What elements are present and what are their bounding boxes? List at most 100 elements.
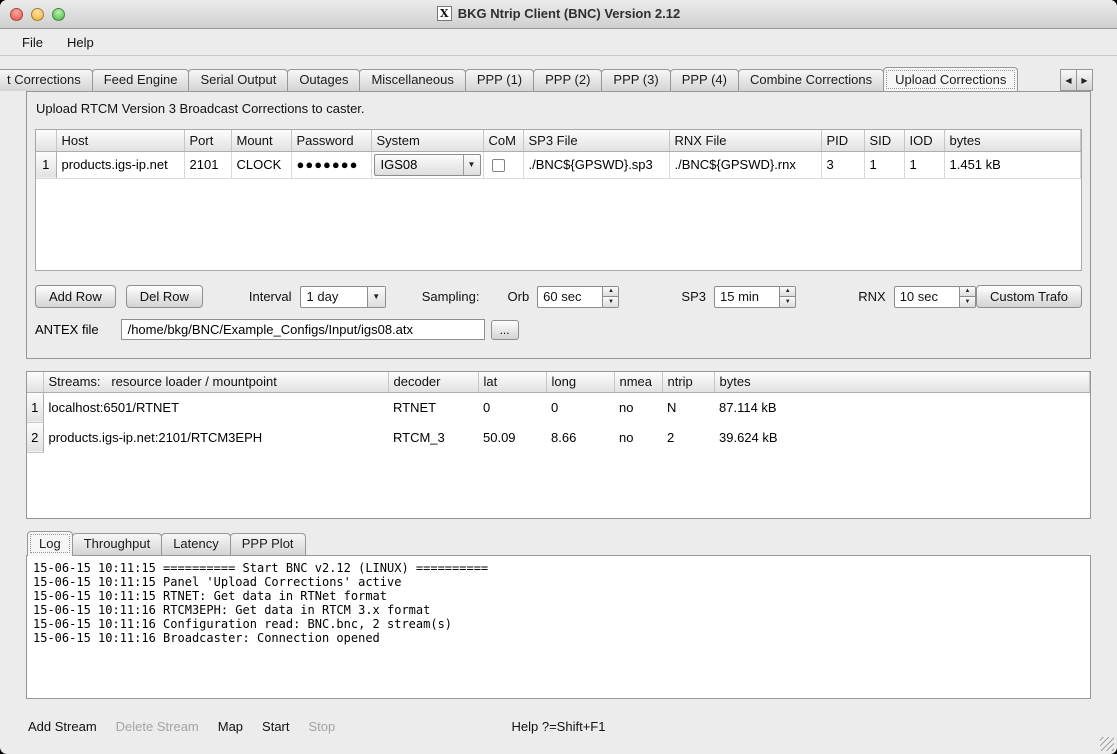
ntrip-cell[interactable]: N: [662, 392, 714, 422]
sid-cell[interactable]: 1: [864, 151, 904, 178]
interval-select[interactable]: 1 day ▼: [300, 286, 386, 308]
row-index[interactable]: 2: [27, 422, 43, 452]
tab-scroll-left-icon[interactable]: ◀: [1060, 69, 1077, 91]
host-header[interactable]: Host: [56, 130, 184, 151]
titlebar[interactable]: X BKG Ntrip Client (BNC) Version 2.12: [0, 0, 1117, 29]
com-checkbox[interactable]: [492, 159, 505, 172]
host-cell[interactable]: products.igs-ip.net: [56, 151, 184, 178]
add-stream-button[interactable]: Add Stream: [28, 719, 97, 734]
lat-cell[interactable]: 0: [478, 392, 546, 422]
lat-cell[interactable]: 50.09: [478, 422, 546, 452]
tab-miscellaneous[interactable]: Miscellaneous: [359, 69, 465, 91]
tab-ppp-2[interactable]: PPP (2): [533, 69, 602, 91]
sp3-file-header[interactable]: SP3 File: [523, 130, 669, 151]
upload-controls: Add Row Del Row Interval 1 day ▼ Samplin…: [35, 285, 1082, 308]
tab-outages[interactable]: Outages: [287, 69, 360, 91]
system-header[interactable]: System: [371, 130, 483, 151]
system-select[interactable]: IGS08 ▼: [374, 154, 481, 176]
mount-header[interactable]: Mount: [231, 130, 291, 151]
spin-up-icon[interactable]: ▲: [960, 287, 975, 298]
zoom-button[interactable]: [52, 8, 65, 21]
menu-file[interactable]: File: [14, 33, 51, 52]
rnx-file-header[interactable]: RNX File: [669, 130, 821, 151]
tab-scroll-right-icon[interactable]: ▶: [1076, 69, 1093, 91]
bytes-cell: 87.114 kB: [714, 392, 1090, 422]
antex-row: ANTEX file /home/bkg/BNC/Example_Configs…: [35, 319, 1082, 340]
nmea-cell[interactable]: no: [614, 392, 662, 422]
browse-button[interactable]: ...: [491, 320, 519, 340]
pid-cell[interactable]: 3: [821, 151, 864, 178]
row-index[interactable]: 1: [36, 151, 56, 178]
streams-header: Streams: resource loader / mountpoint de…: [27, 372, 1090, 392]
long-cell[interactable]: 8.66: [546, 422, 614, 452]
interval-value: 1 day: [301, 287, 367, 307]
lat-header[interactable]: lat: [478, 372, 546, 392]
del-row-button[interactable]: Del Row: [126, 285, 203, 308]
password-cell[interactable]: ●●●●●●●: [291, 151, 371, 178]
close-button[interactable]: [10, 8, 23, 21]
map-button[interactable]: Map: [218, 719, 243, 734]
spin-up-icon[interactable]: ▲: [603, 287, 618, 298]
rnx-file-cell[interactable]: ./BNC${GPSWD}.rnx: [669, 151, 821, 178]
orb-spinbox[interactable]: 60 sec ▲ ▼: [537, 286, 619, 308]
upload-table-header: Host Port Mount Password System CoM SP3 …: [36, 130, 1081, 151]
tab-log[interactable]: Log: [27, 531, 73, 556]
rnx-spinbox[interactable]: 10 sec ▲ ▼: [894, 286, 976, 308]
com-header[interactable]: CoM: [483, 130, 523, 151]
spin-down-icon[interactable]: ▼: [603, 297, 618, 307]
nmea-cell[interactable]: no: [614, 422, 662, 452]
antex-file-input[interactable]: /home/bkg/BNC/Example_Configs/Input/igs0…: [121, 319, 485, 340]
ntrip-header[interactable]: ntrip: [662, 372, 714, 392]
nmea-header[interactable]: nmea: [614, 372, 662, 392]
spin-buttons: ▲ ▼: [602, 287, 618, 307]
mountpoint-cell[interactable]: products.igs-ip.net:2101/RTCM3EPH: [43, 422, 388, 452]
tab-serial-output[interactable]: Serial Output: [188, 69, 288, 91]
bytes-header[interactable]: bytes: [944, 130, 1081, 151]
mountpoint-cell[interactable]: localhost:6501/RTNET: [43, 392, 388, 422]
tab-feed-engine[interactable]: Feed Engine: [92, 69, 190, 91]
tab-upload-corrections[interactable]: Upload Corrections: [883, 67, 1018, 91]
tab-ppp-plot[interactable]: PPP Plot: [230, 533, 306, 555]
bytes-header[interactable]: bytes: [714, 372, 1090, 392]
row-index[interactable]: 1: [27, 392, 43, 422]
decoder-cell[interactable]: RTNET: [388, 392, 478, 422]
sp3-file-cell[interactable]: ./BNC${GPSWD}.sp3: [523, 151, 669, 178]
resize-grip[interactable]: [1100, 737, 1114, 751]
spin-down-icon[interactable]: ▼: [780, 297, 795, 307]
mount-cell[interactable]: CLOCK: [231, 151, 291, 178]
custom-trafo-button[interactable]: Custom Trafo: [976, 285, 1082, 308]
long-header[interactable]: long: [546, 372, 614, 392]
com-cell: [483, 151, 523, 178]
tab-broadcast-corrections[interactable]: t Corrections: [0, 69, 93, 91]
tab-ppp-1[interactable]: PPP (1): [465, 69, 534, 91]
log-line: 15-06-15 10:11:15 ========== Start BNC v…: [33, 561, 1084, 575]
iod-header[interactable]: IOD: [904, 130, 944, 151]
pid-header[interactable]: PID: [821, 130, 864, 151]
start-button[interactable]: Start: [262, 719, 289, 734]
tab-ppp-3[interactable]: PPP (3): [601, 69, 670, 91]
iod-cell[interactable]: 1: [904, 151, 944, 178]
add-row-button[interactable]: Add Row: [35, 285, 116, 308]
decoder-header[interactable]: decoder: [388, 372, 478, 392]
interval-label: Interval: [249, 289, 292, 304]
streams-table: Streams: resource loader / mountpoint de…: [26, 371, 1091, 519]
stream-row[interactable]: 2 products.igs-ip.net:2101/RTCM3EPH RTCM…: [27, 422, 1090, 452]
stream-row[interactable]: 1 localhost:6501/RTNET RTNET 0 0 no N 87…: [27, 392, 1090, 422]
spin-up-icon[interactable]: ▲: [780, 287, 795, 298]
password-header[interactable]: Password: [291, 130, 371, 151]
tab-ppp-4[interactable]: PPP (4): [670, 69, 739, 91]
ntrip-cell[interactable]: 2: [662, 422, 714, 452]
minimize-button[interactable]: [31, 8, 44, 21]
sp3-spinbox[interactable]: 15 min ▲ ▼: [714, 286, 796, 308]
sid-header[interactable]: SID: [864, 130, 904, 151]
port-cell[interactable]: 2101: [184, 151, 231, 178]
long-cell[interactable]: 0: [546, 392, 614, 422]
decoder-cell[interactable]: RTCM_3: [388, 422, 478, 452]
mountpoint-header[interactable]: Streams: resource loader / mountpoint: [43, 372, 388, 392]
tab-combine-corrections[interactable]: Combine Corrections: [738, 69, 884, 91]
menu-help[interactable]: Help: [59, 33, 102, 52]
spin-down-icon[interactable]: ▼: [960, 297, 975, 307]
port-header[interactable]: Port: [184, 130, 231, 151]
tab-latency[interactable]: Latency: [161, 533, 231, 555]
tab-throughput[interactable]: Throughput: [72, 533, 163, 555]
